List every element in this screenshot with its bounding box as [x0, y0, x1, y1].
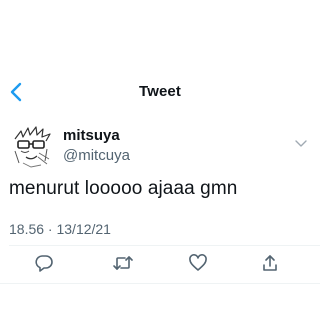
divider — [0, 283, 320, 284]
user-handle[interactable]: @mitcuya — [63, 146, 130, 166]
tweet-author: mitsuya @mitcuya — [9, 120, 311, 170]
avatar[interactable] — [9, 123, 56, 170]
divider — [9, 245, 320, 246]
top-bar: Tweet — [0, 76, 320, 108]
avatar-drawing — [9, 123, 56, 170]
share-button[interactable] — [259, 252, 281, 274]
chevron-down-icon — [295, 140, 307, 147]
page-title: Tweet — [139, 83, 181, 100]
tweet-timestamp[interactable]: 18.56 · 13/12/21 — [9, 221, 111, 237]
reply-icon — [35, 255, 53, 272]
tweet-menu-button[interactable] — [293, 136, 309, 152]
tweet-detail-screen: Tweet mitsuya @mitcuya menurut looooo aj… — [0, 0, 320, 320]
author-names: mitsuya @mitcuya — [63, 126, 130, 166]
reply-button[interactable] — [33, 252, 55, 274]
like-icon — [189, 254, 207, 271]
tweet-text: menurut looooo ajaaa gmn — [9, 178, 238, 199]
share-icon — [263, 255, 277, 271]
retweet-icon — [113, 256, 133, 270]
tweet-actions — [0, 252, 320, 276]
display-name[interactable]: mitsuya — [63, 126, 130, 146]
like-button[interactable] — [187, 252, 209, 274]
retweet-button[interactable] — [112, 252, 134, 274]
